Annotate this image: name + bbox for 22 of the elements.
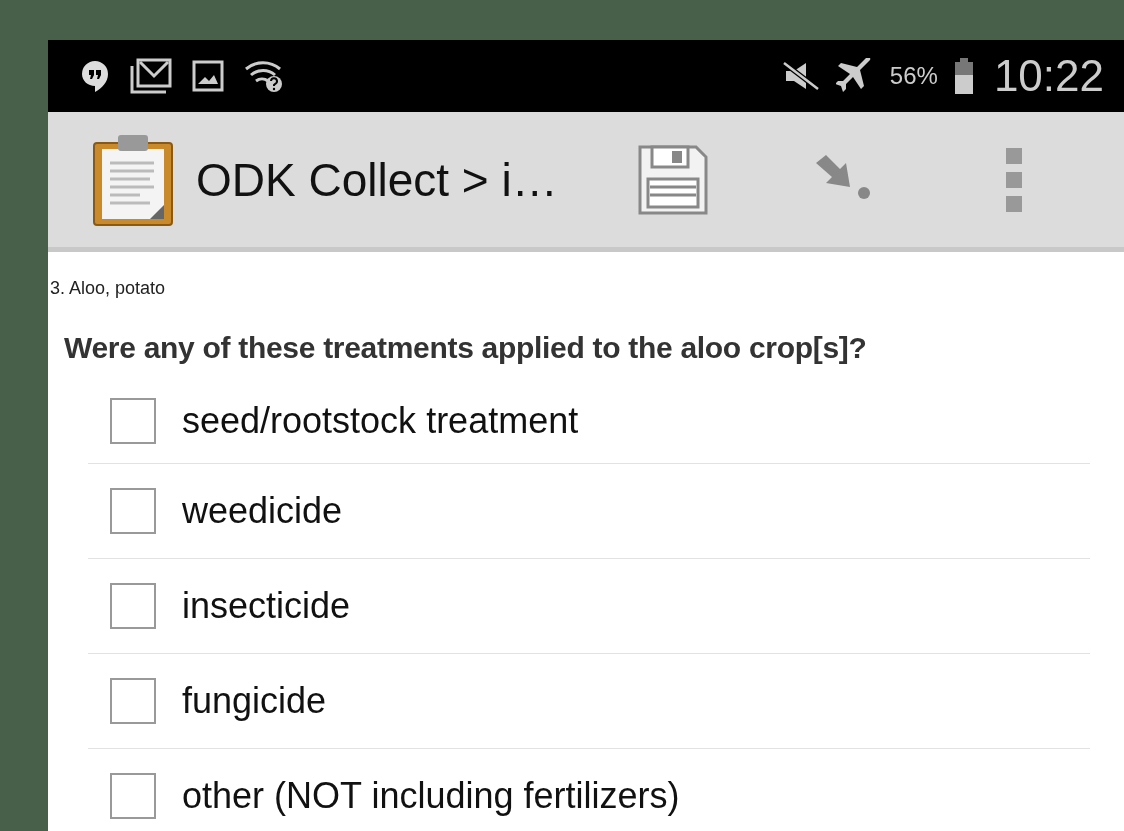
clock-time: 10:22 <box>993 51 1104 101</box>
checkbox[interactable] <box>110 488 156 534</box>
checkbox[interactable] <box>110 678 156 724</box>
option-label[interactable]: other (NOT including fertilizers) <box>182 775 680 817</box>
question-text: Were any of these treatments applied to the aloo crop[s]? <box>64 331 868 365</box>
clipboard-icon[interactable] <box>92 132 174 227</box>
battery-percentage: 56% <box>889 62 938 90</box>
option-label[interactable]: fungicide <box>182 680 327 722</box>
chat-bubble-icon <box>80 59 110 93</box>
wifi-icon <box>244 59 284 93</box>
checkbox[interactable] <box>110 583 156 629</box>
option-label[interactable]: weedicide <box>182 490 343 532</box>
overflow-menu-icon[interactable] <box>1005 147 1022 212</box>
option-label[interactable]: seed/rootstock treatment <box>182 400 579 442</box>
checkbox[interactable] <box>110 773 156 819</box>
image-icon <box>192 60 224 92</box>
option-label[interactable]: insecticide <box>182 585 351 627</box>
group-label: 3. Aloo, potato <box>49 278 167 299</box>
battery-icon <box>953 58 974 94</box>
checkbox[interactable] <box>110 398 156 444</box>
app-title: ODK Collect > i… <box>196 152 558 207</box>
mail-icon <box>130 58 172 94</box>
